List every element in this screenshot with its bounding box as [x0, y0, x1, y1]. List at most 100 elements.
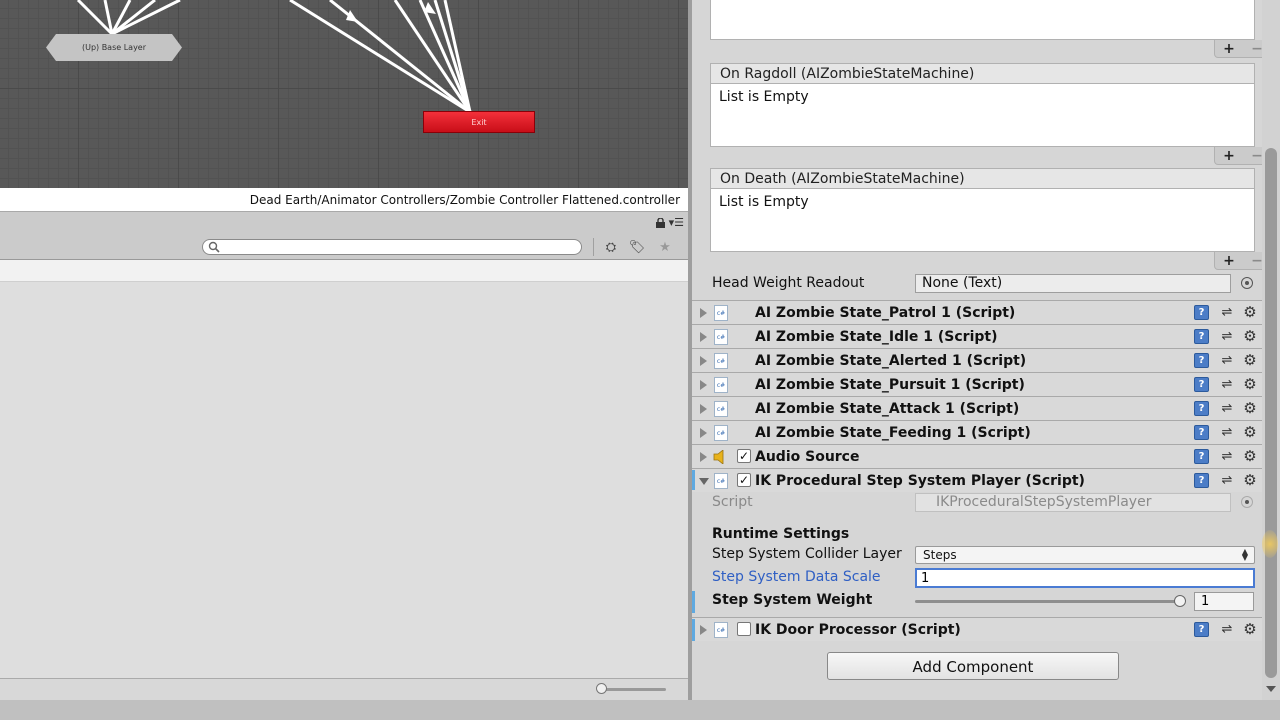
collider-layer-label: Step System Collider Layer	[712, 546, 902, 562]
zoom-slider-thumb[interactable]	[596, 683, 607, 694]
object-picker-icon[interactable]	[1241, 277, 1253, 289]
component-header[interactable]: c# ✓ IK Procedural Step System Player (S…	[692, 468, 1268, 492]
scrollbar-thumb[interactable]	[1265, 148, 1277, 678]
help-icon[interactable]: ?	[1194, 305, 1209, 320]
presets-icon[interactable]: ⇌	[1219, 622, 1235, 637]
lock-icon[interactable]	[655, 218, 666, 228]
animator-graph[interactable]: (Up) Base Layer Exit	[0, 0, 688, 188]
inspector-scrollbar[interactable]	[1262, 0, 1280, 700]
gear-icon[interactable]: ⚙	[1241, 351, 1259, 369]
presets-icon[interactable]: ⇌	[1219, 449, 1235, 464]
foldout-arrow-icon[interactable]	[700, 380, 707, 390]
filter-by-type-icon[interactable]: ⛭	[601, 238, 621, 256]
weight-slider-track[interactable]	[915, 600, 1183, 603]
gear-icon[interactable]: ⚙	[1241, 620, 1259, 638]
foldout-arrow-icon[interactable]	[700, 625, 707, 635]
gear-icon[interactable]: ⚙	[1241, 303, 1259, 321]
foldout-arrow-icon[interactable]	[700, 308, 707, 318]
mouse-cursor-highlight	[1262, 530, 1278, 558]
component-header[interactable]: ✓ Audio Source ? ⇌ ⚙	[692, 444, 1268, 468]
event-list-header: On Ragdoll (AIZombieStateMachine)	[710, 63, 1255, 84]
component-header[interactable]: c# AI Zombie State_Attack 1 (Script) ? ⇌…	[692, 396, 1268, 420]
base-layer-node[interactable]: (Up) Base Layer	[46, 34, 182, 61]
weight-value-field[interactable]	[1194, 592, 1254, 611]
component-enabled-checkbox[interactable]	[737, 622, 751, 636]
scroll-down-arrow-icon[interactable]	[1266, 686, 1276, 692]
foldout-arrow-icon[interactable]	[700, 428, 707, 438]
collider-layer-dropdown[interactable]: Steps ▲ ▼	[915, 546, 1255, 564]
component-title: AI Zombie State_Attack 1 (Script)	[755, 401, 1020, 417]
component-title: AI Zombie State_Feeding 1 (Script)	[755, 425, 1031, 441]
weight-slider-thumb[interactable]	[1174, 595, 1186, 607]
list-header-row	[0, 260, 688, 282]
presets-icon[interactable]: ⇌	[1219, 473, 1235, 488]
help-icon[interactable]: ?	[1194, 622, 1209, 637]
zoom-slider-track[interactable]	[600, 688, 666, 691]
panel-header: ▾☰	[0, 212, 688, 234]
search-toolbar: ⛭ 🏷 ★	[0, 234, 688, 260]
component-header[interactable]: c# AI Zombie State_Feeding 1 (Script) ? …	[692, 420, 1268, 444]
add-item-button[interactable]: +	[1223, 41, 1235, 57]
gear-icon[interactable]: ⚙	[1241, 423, 1259, 441]
foldout-arrow-icon[interactable]	[700, 356, 707, 366]
component-title: IK Door Processor (Script)	[755, 622, 961, 638]
component-title: IK Procedural Step System Player (Script…	[755, 473, 1085, 489]
presets-icon[interactable]: ⇌	[1219, 425, 1235, 440]
gear-icon[interactable]: ⚙	[1241, 471, 1259, 489]
add-item-button[interactable]: +	[1223, 148, 1235, 164]
modified-indicator	[692, 470, 695, 490]
toolbar-separator	[593, 238, 594, 256]
help-icon[interactable]: ?	[1194, 377, 1209, 392]
component-title: AI Zombie State_Pursuit 1 (Script)	[755, 377, 1025, 393]
foldout-arrow-icon[interactable]	[700, 404, 707, 414]
event-list-body: List is Empty	[710, 84, 1255, 147]
component-enabled-checkbox[interactable]: ✓	[737, 449, 751, 463]
gear-icon[interactable]: ⚙	[1241, 375, 1259, 393]
component-header[interactable]: c# IK Door Processor (Script) ? ⇌ ⚙	[692, 617, 1268, 641]
event-list-header: On Death (AIZombieStateMachine)	[710, 168, 1255, 189]
help-icon[interactable]: ?	[1194, 353, 1209, 368]
exit-node[interactable]: Exit	[423, 111, 535, 133]
modified-indicator	[692, 591, 695, 613]
project-panel: ▾☰ ⛭ 🏷 ★	[0, 212, 688, 700]
controller-path: Dead Earth/Animator Controllers/Zombie C…	[0, 188, 688, 212]
presets-icon[interactable]: ⇌	[1219, 305, 1235, 320]
search-icon	[208, 241, 220, 253]
component-header[interactable]: c# AI Zombie State_Patrol 1 (Script) ? ⇌…	[692, 300, 1268, 324]
presets-icon[interactable]: ⇌	[1219, 377, 1235, 392]
head-weight-field[interactable]: None (Text)	[915, 274, 1231, 293]
search-input[interactable]	[202, 239, 582, 255]
gear-icon[interactable]: ⚙	[1241, 447, 1259, 465]
csharp-script-icon: c#	[714, 425, 728, 441]
weight-label: Step System Weight	[712, 592, 873, 608]
tag-icon[interactable]: 🏷	[627, 238, 647, 256]
foldout-arrow-icon[interactable]	[699, 478, 709, 485]
object-picker-icon	[1241, 496, 1253, 508]
event-list-body: List is Empty	[710, 189, 1255, 252]
presets-icon[interactable]: ⇌	[1219, 329, 1235, 344]
component-header[interactable]: c# AI Zombie State_Pursuit 1 (Script) ? …	[692, 372, 1268, 396]
component-enabled-checkbox[interactable]: ✓	[737, 473, 751, 487]
presets-icon[interactable]: ⇌	[1219, 353, 1235, 368]
gear-icon[interactable]: ⚙	[1241, 399, 1259, 417]
help-icon[interactable]: ?	[1194, 473, 1209, 488]
component-header[interactable]: c# AI Zombie State_Alerted 1 (Script) ? …	[692, 348, 1268, 372]
help-icon[interactable]: ?	[1194, 329, 1209, 344]
gear-icon[interactable]: ⚙	[1241, 327, 1259, 345]
help-icon[interactable]: ?	[1194, 449, 1209, 464]
data-scale-input[interactable]	[915, 568, 1255, 588]
foldout-arrow-icon[interactable]	[700, 332, 707, 342]
menu-icon[interactable]: ▾☰	[669, 216, 684, 229]
component-header[interactable]: c# AI Zombie State_Idle 1 (Script) ? ⇌ ⚙	[692, 324, 1268, 348]
event-list-on-death: On Death (AIZombieStateMachine) List is …	[710, 168, 1255, 252]
help-icon[interactable]: ?	[1194, 401, 1209, 416]
presets-icon[interactable]: ⇌	[1219, 401, 1235, 416]
add-component-button[interactable]: Add Component	[827, 652, 1119, 680]
foldout-arrow-icon[interactable]	[700, 452, 707, 462]
add-item-button[interactable]: +	[1223, 253, 1235, 269]
favorite-star-icon[interactable]: ★	[655, 238, 675, 256]
help-icon[interactable]: ?	[1194, 425, 1209, 440]
event-list-body	[710, 0, 1255, 40]
component-title: Audio Source	[755, 449, 860, 465]
script-label: Script	[712, 494, 753, 510]
